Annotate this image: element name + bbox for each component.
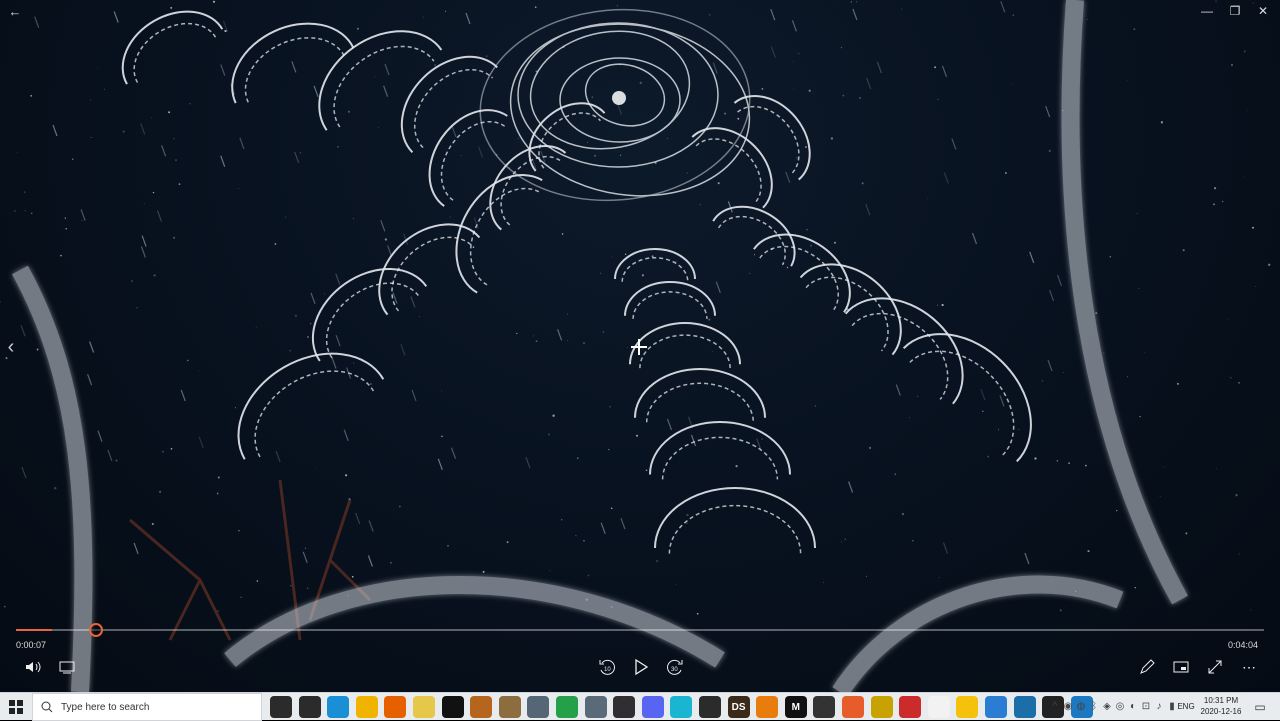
chevron-left-icon[interactable]: ‹ xyxy=(0,332,22,362)
firefox-icon[interactable] xyxy=(384,696,407,718)
app-cyan-icon[interactable] xyxy=(670,696,693,718)
close-button[interactable]: ✕ xyxy=(1246,0,1280,22)
volume-icon[interactable] xyxy=(20,656,46,678)
rain-streaks xyxy=(20,1,1063,567)
play-icon[interactable] xyxy=(628,656,654,678)
taskbar-search[interactable]: Type here to search xyxy=(32,693,262,721)
task-view-icon[interactable] xyxy=(298,696,321,718)
lace-arcs xyxy=(121,10,1032,554)
fullscreen-icon[interactable] xyxy=(1202,656,1228,678)
oculus-icon[interactable] xyxy=(441,696,464,718)
tray-app3-icon[interactable]: ◈ xyxy=(1100,699,1114,713)
current-time: 0:00:07 xyxy=(16,640,47,650)
app-fish-icon[interactable] xyxy=(527,696,550,718)
windows-start-icon[interactable] xyxy=(0,693,32,721)
app-rhombus-icon[interactable] xyxy=(584,696,607,718)
file-explorer-icon[interactable] xyxy=(355,696,378,718)
obs-icon[interactable] xyxy=(613,696,636,718)
taskbar-clock[interactable]: 10:31 PM 2020-12-16 xyxy=(1198,695,1244,717)
network-icon[interactable]: ⊡ xyxy=(1139,699,1153,713)
swirl-moon xyxy=(479,8,751,202)
clock-time: 10:31 PM xyxy=(1203,696,1239,705)
app-yellow-icon[interactable] xyxy=(413,696,435,718)
app-triangle-icon[interactable] xyxy=(870,696,893,718)
seek-progress xyxy=(16,629,53,631)
notepad-icon[interactable] xyxy=(927,696,950,718)
total-time: 0:04:04 xyxy=(1228,640,1259,650)
subtitles-icon[interactable] xyxy=(54,656,80,678)
app-orange-box-icon[interactable] xyxy=(842,696,864,718)
app-blue-doc-icon[interactable] xyxy=(985,696,1007,718)
clock-date: 2020-12-16 xyxy=(1200,707,1242,716)
mini-view-icon[interactable] xyxy=(1168,656,1194,678)
cortana-icon[interactable] xyxy=(270,696,292,718)
taskbar: Type here to search DS M ^ ◉ ◍ ᛒ ◈ ◎ ◐ ⊡ ♪ ▮ ENG 1… xyxy=(0,692,1280,721)
forward-30-icon[interactable]: 30 xyxy=(662,656,688,678)
app-kitty-icon[interactable] xyxy=(813,696,836,718)
app-sun-icon[interactable] xyxy=(956,696,979,718)
pencil-icon[interactable] xyxy=(1134,656,1160,678)
tray-app4-icon[interactable]: ◎ xyxy=(1113,699,1127,713)
more-icon[interactable]: ⋯ xyxy=(1236,656,1262,678)
language-indicator[interactable]: ENG xyxy=(1176,699,1196,713)
glowing-borders xyxy=(12,0,1188,692)
back-arrow-icon[interactable]: ← xyxy=(4,2,26,20)
bluetooth-icon[interactable]: ᛒ xyxy=(1087,699,1101,713)
search-placeholder: Type here to search xyxy=(61,701,150,713)
app-brush-icon[interactable] xyxy=(470,696,493,718)
app-red-s-icon[interactable] xyxy=(899,696,922,718)
bare-trees xyxy=(129,479,372,641)
tray-app2-icon[interactable]: ◍ xyxy=(1074,699,1088,713)
search-icon xyxy=(41,701,53,713)
discord-icon[interactable] xyxy=(641,696,664,718)
rewind-10-icon[interactable]: 10 xyxy=(594,656,620,678)
edge-icon[interactable] xyxy=(327,696,350,718)
app-phone-icon[interactable] xyxy=(699,696,721,718)
app-monitor-icon[interactable] xyxy=(1013,696,1036,718)
app-globe-icon[interactable] xyxy=(498,696,521,718)
blender-icon[interactable] xyxy=(756,696,779,718)
app-m-icon[interactable]: M xyxy=(784,696,807,718)
chevron-up-icon[interactable]: ^ xyxy=(1048,699,1062,713)
mouse-crosshair xyxy=(631,339,647,355)
maps-icon[interactable] xyxy=(556,696,578,718)
tray-app5-icon[interactable]: ◐ xyxy=(1126,699,1140,713)
seek-bar[interactable] xyxy=(16,623,1264,637)
svg-text:30: 30 xyxy=(671,667,678,673)
volume-tray-icon[interactable]: ♪ xyxy=(1152,699,1166,713)
svg-text:10: 10 xyxy=(604,667,611,673)
notification-icon[interactable]: ▭ xyxy=(1250,697,1270,717)
video-frame[interactable]: ← — ❐ ✕ ‹ 0:00:07 0:04:04 10 30 ⋯ xyxy=(0,0,1280,692)
tray-app-icon[interactable]: ◉ xyxy=(1061,699,1075,713)
daz-studio-icon[interactable]: DS xyxy=(727,696,750,718)
